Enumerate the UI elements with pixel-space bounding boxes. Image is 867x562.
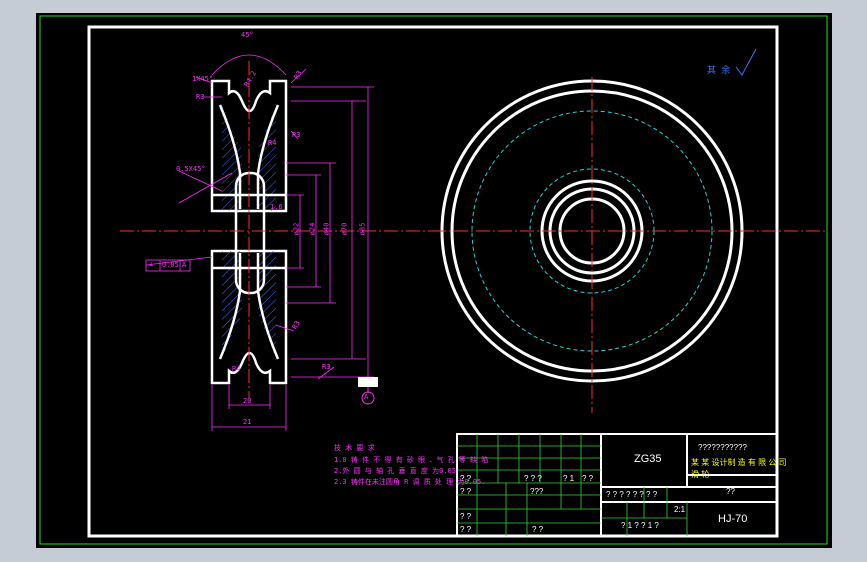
dim-dia-1: ø22	[292, 222, 301, 236]
tb-r2-b: ???	[530, 487, 544, 496]
dim-angle-top: 45°	[241, 31, 254, 39]
tb-r1-c: ? 1	[563, 474, 575, 483]
dim-r-3-right: R3	[292, 131, 301, 139]
dim-width-outer: 21	[243, 418, 252, 426]
section-view	[120, 61, 438, 398]
dim-chamfer-1: 1X45°	[192, 75, 214, 83]
tb-sheet-row: ? 1 ? ? 1 ?	[621, 521, 659, 530]
tb-r2-a: ? ?	[460, 487, 472, 496]
tb-r1-b: ? ? ?	[524, 474, 542, 483]
tb-r4-a: ? ?	[460, 525, 472, 534]
tb-scale-row: ? ? ? ? ? ? ? ?	[606, 490, 658, 499]
tb-scale-val: 2:1	[674, 505, 686, 514]
tolerance-ref: A	[182, 261, 187, 269]
cad-viewport[interactable]: 45° 1X45° R4.2 R3 R3 R4 R3 0.5X45° 1.6 ø…	[36, 13, 832, 548]
dim-width-inner: 20	[243, 397, 252, 405]
notes-line-1: 1.0 铸 件 不 得 有 砂 眼 、气 孔 等 缺 陷	[334, 456, 489, 464]
tb-company-main: 某 某 设计制 造 有 限 公 司	[691, 458, 787, 467]
tb-company-top: ???????????	[698, 443, 747, 452]
tb-material: ZG35	[634, 453, 662, 465]
dim-r-left: R3	[196, 93, 205, 101]
notes-title: 技 术 要 求	[334, 444, 375, 452]
dim-r-mid-right: R4	[268, 139, 277, 147]
front-view	[432, 77, 828, 413]
notes-line-2: 2.外 圆 与 轴 孔 垂 直 度 为0.05	[334, 467, 457, 475]
roughness-symbol	[735, 48, 757, 76]
tb-r3-a: ? ?	[460, 512, 472, 521]
tolerance-symbol: ⊥	[149, 260, 154, 268]
tb-r4-b: ? ?	[532, 525, 544, 534]
dim-chamfer-2: 0.5X45°	[176, 165, 206, 173]
tb-weight: ??	[726, 487, 735, 496]
dim-r-low-left: R4	[232, 365, 241, 373]
datum-a-label: A	[364, 393, 369, 401]
dim-dia-5: ø85	[358, 222, 367, 236]
dim-r-bottom-right: R3	[322, 363, 331, 371]
roughness-corner-label: 其 余	[707, 66, 731, 76]
tolerance-value: 0.05	[162, 261, 179, 269]
dim-key-small: 1.6	[270, 203, 283, 211]
tb-drawing-name: 滑 轮	[691, 470, 710, 479]
tb-r1-a: ? ?	[460, 474, 472, 483]
dim-dia-4: ø70	[340, 222, 349, 236]
tb-drawing-no: HJ-70	[718, 513, 748, 525]
dim-dia-3: ø40	[322, 222, 331, 236]
tb-r1-d: ? ?	[582, 474, 594, 483]
dim-dia-2: ø24	[308, 222, 317, 236]
